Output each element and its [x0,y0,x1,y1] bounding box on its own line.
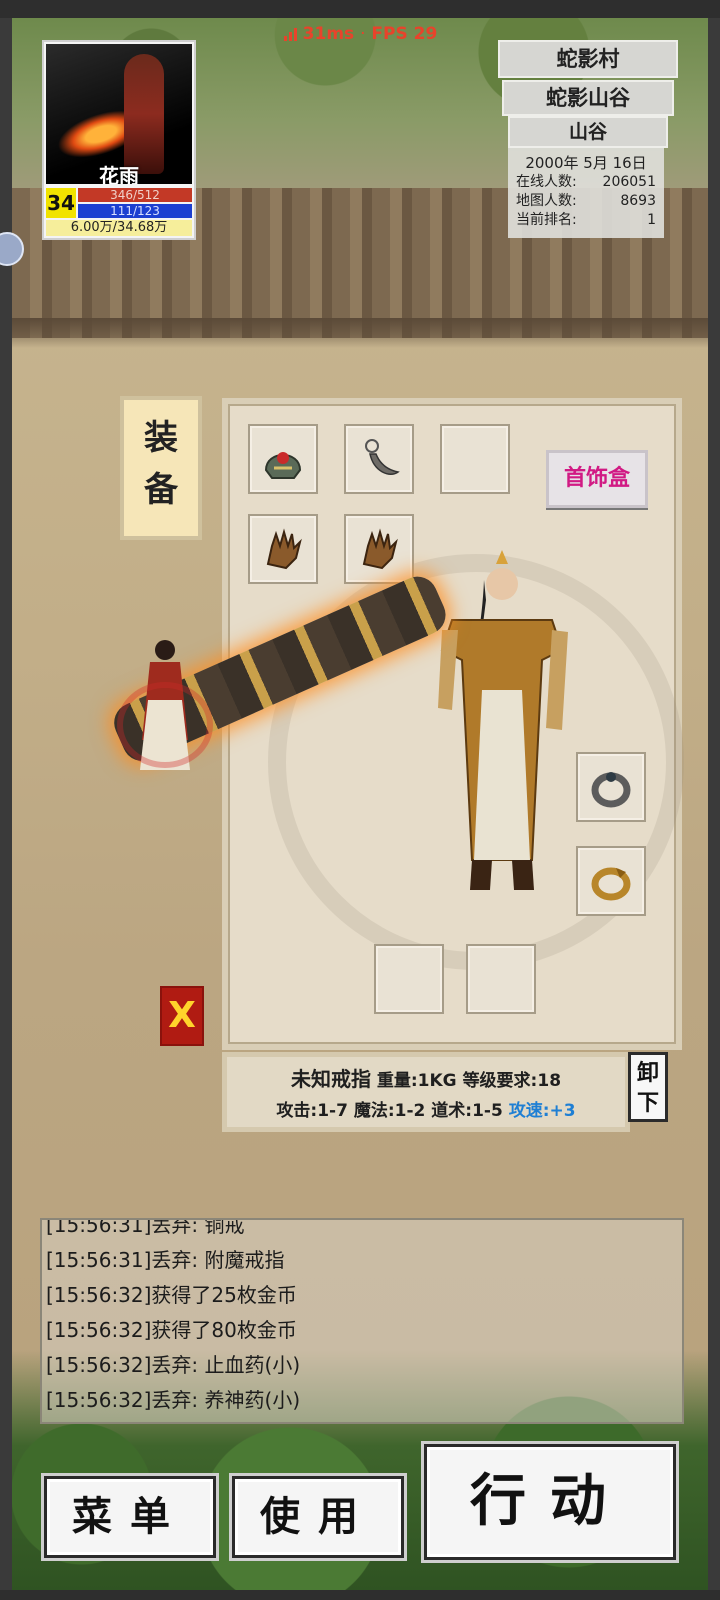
action-button[interactable]: 行动 [424,1444,676,1560]
empty-slot[interactable] [440,424,510,494]
glove-icon [266,528,302,570]
player-level: 34 [46,188,76,218]
item-magic: 魔法:1-2 [353,1101,426,1121]
frame-right [708,18,720,1590]
server-info: 2000年 5月 16日 在线人数: 206051 地图人数: 8693 当前排… [508,148,664,238]
unequip-line2: 下 [636,1091,659,1116]
right-glove-slot[interactable] [344,514,414,584]
dragon-ring-icon [591,867,631,901]
log-line: [15:56:32]获得了25枚金币 [46,1283,297,1307]
equipment-tab[interactable]: 装 备 [120,396,202,540]
log-line: [15:56:32]获得了80枚金币 [46,1318,297,1342]
stat-value: 8693 [620,193,656,209]
item-info-line1: 未知戒指 重量:1KG 等级要求:18 [227,1063,625,1092]
stat-value: 206051 [602,174,656,190]
item-level-req: 等级要求:18 [462,1071,562,1091]
helmet-icon [264,452,302,479]
log-line: [15:56:31]丢弃: 铜戒 [46,1218,245,1237]
message-log[interactable]: [15:56:31]丢弃: 铜戒 [15:56:31]丢弃: 附魔戒指 [15:… [40,1218,684,1424]
empty-slot[interactable] [374,944,444,1014]
glove-icon [362,528,398,570]
equipment-tab-line1: 装 [144,418,178,458]
item-info-line2: 攻击:1-7 魔法:1-2 道术:1-5 攻速:+3 [227,1096,625,1121]
exp-bar: 6.00万/34.68万 [46,220,192,236]
helmet-slot[interactable] [248,424,318,494]
player-portrait: 花雨 [46,44,192,184]
player-card[interactable]: 花雨 34 346/512 111/123 6.00万/34.68万 [42,40,196,240]
necklace-slot[interactable] [344,424,414,494]
signal-icon [283,28,297,41]
unequip-button[interactable]: 卸 下 [628,1052,668,1122]
fps-text: FPS 29 [371,24,438,44]
item-weight: 重量:1KG [376,1071,457,1091]
item-attack-speed: 攻速:+3 [508,1101,576,1121]
mp-bar: 111/123 [78,204,192,218]
left-glove-slot[interactable] [248,514,318,584]
zone-name: 山谷 [508,116,668,148]
use-button[interactable]: 使用 [232,1476,404,1558]
item-attack: 攻击:1-7 [276,1101,348,1121]
game-screen: 31ms · FPS 29 花雨 34 346/512 111/123 6.00… [0,0,720,1600]
stat-row-online: 在线人数: 206051 [508,173,664,192]
map-name: 蛇影山谷 [502,80,674,116]
frame-top [0,0,720,18]
equipment-tab-line2: 备 [144,470,178,510]
character-model [438,550,568,890]
item-name: 未知戒指 [290,1067,371,1091]
ring-icon [591,772,631,808]
menu-button[interactable]: 菜单 [44,1476,216,1558]
log-line: [15:56:32]丢弃: 止血药(小) [46,1353,301,1377]
cliff-shadow [12,318,708,348]
log-line: [15:56:31]丢弃: 附魔戒指 [46,1248,285,1272]
player-name: 花雨 [99,164,139,184]
stat-value: 1 [647,212,656,228]
region-name: 蛇影村 [498,40,678,78]
frame-bottom [0,1590,720,1600]
game-date: 2000年 5月 16日 [525,154,647,172]
hp-bar: 346/512 [78,188,192,202]
portrait-figure [124,54,164,174]
close-button[interactable]: X [160,986,204,1046]
stat-label: 当前排名: [516,212,577,228]
log-line: [15:56:32]丢弃: 养神药(小) [46,1388,301,1412]
empty-slot[interactable] [466,944,536,1014]
ping-text: 31ms [302,24,355,44]
player-sprite [117,640,213,770]
stat-row-map: 地图人数: 8693 [508,192,664,211]
stat-label: 在线人数: [516,174,577,190]
unequip-line1: 卸 [636,1061,659,1086]
necklace-icon [365,439,400,475]
stat-row-rank: 当前排名: 1 [508,211,664,230]
item-info-panel: 未知戒指 重量:1KG 等级要求:18 攻击:1-7 魔法:1-2 道术:1-5… [222,1052,630,1132]
stat-label: 地图人数: [516,193,577,209]
accessory-box-button[interactable]: 首饰盒 [546,450,648,508]
item-taoism: 道术:1-5 [431,1101,503,1121]
